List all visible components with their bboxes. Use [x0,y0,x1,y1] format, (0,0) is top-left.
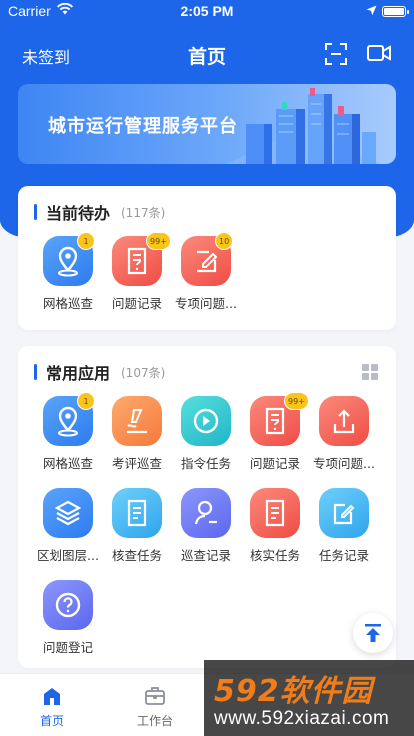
tab-label: 工作台 [136,714,173,728]
app-check-task[interactable]: 核实任务 [240,488,310,568]
clock: 2:05 PM [180,3,234,19]
app-label: 区划图层... [37,548,99,563]
pending-card: 当前待办 (117条) 1 网格巡查 99+ 问题记录 10 专项问题... [18,186,396,330]
pending-card-header: 当前待办 (117条) [18,186,396,236]
video-camera-icon[interactable] [366,42,392,68]
section-accent-bar [34,364,37,380]
app-patrol-record[interactable]: 巡查记录 [171,488,241,568]
tab-label: 首页 [39,714,64,728]
app-label: 网格巡查 [42,456,93,471]
pending-item-special-issue[interactable]: 10 专项问题... [171,232,241,316]
pending-item-issue-record[interactable]: 99+ 问题记录 [102,232,172,316]
app-district-layers[interactable]: 区划图层... [33,488,103,568]
app-label: 专项问题... [313,456,375,471]
tab-home[interactable]: 首页 [2,674,102,736]
edit-box-icon [333,503,355,525]
app-verification-task[interactable]: 核查任务 [102,488,172,568]
app-issue-registration[interactable]: 问题登记 [33,580,103,660]
scan-icon[interactable] [324,42,348,70]
arrow-up-icon [365,624,381,642]
list-doc-icon [127,499,147,527]
pending-item-grid-patrol[interactable]: 1 网格巡查 [33,232,103,316]
app-label: 任务记录 [318,548,369,563]
badge: 99+ [284,392,309,410]
app-label: 考评巡查 [111,456,162,471]
pen-sign-icon [127,409,147,434]
app-evaluation-patrol[interactable]: 考评巡查 [102,396,172,476]
app-special-issue[interactable]: 专项问题... [309,396,379,476]
app-grid-patrol[interactable]: 1 网格巡查 [33,392,103,476]
app-label: 问题记录 [249,456,300,471]
common-apps-card: 常用应用 (107条) 1 网格巡查 考评巡查 指令任务 99+ 问题记录 专项… [18,346,396,668]
watermark-brand: 592软件园 [214,674,373,709]
user-search-icon [194,500,217,525]
play-circle-icon [193,408,219,434]
home-icon [44,688,60,705]
location-arrow-icon [366,4,377,20]
upload-tray-icon [333,409,355,434]
question-circle-icon [55,592,81,618]
badge: 1 [77,392,95,410]
tab-workbench[interactable]: 工作台 [105,674,205,736]
scroll-to-top-button[interactable] [353,613,393,653]
app-label: 专项问题... [175,296,237,311]
section-accent-bar [34,204,37,220]
pending-count: (117条) [121,206,166,220]
status-bar: Carrier 2:05 PM [0,0,414,24]
app-label: 巡查记录 [180,548,231,563]
watermark-url: www.592xiazai.com [214,708,390,729]
app-label: 问题登记 [42,640,93,655]
app-label: 网格巡查 [42,296,93,311]
grid-icon[interactable] [362,364,378,384]
battery-icon [382,6,409,17]
app-command-task[interactable]: 指令任务 [171,396,241,476]
app-task-record[interactable]: 任务记录 [309,488,379,568]
app-label: 指令任务 [180,456,231,471]
app-issue-record[interactable]: 99+ 问题记录 [240,392,310,476]
common-title: 常用应用 [46,364,111,383]
page-title: 首页 [187,46,226,68]
layers-icon [54,500,82,526]
briefcase-icon [145,687,165,705]
list-doc-icon [265,499,285,527]
badge: 99+ [146,232,171,250]
top-nav: 未签到 首页 [0,34,414,74]
app-label: 核实任务 [249,548,300,563]
common-card-header: 常用应用 (107条) [18,346,396,396]
banner[interactable]: 城市运行管理服务平台 [18,84,396,164]
app-label: 问题记录 [111,296,162,311]
pending-title: 当前待办 [46,204,111,223]
app-label: 核查任务 [111,548,162,563]
watermark-overlay: 592软件园 www.592xiazai.com [204,660,414,736]
badge: 1 [77,232,95,250]
banner-title: 城市运行管理服务平台 [48,116,238,137]
common-count: (107条) [121,366,166,380]
